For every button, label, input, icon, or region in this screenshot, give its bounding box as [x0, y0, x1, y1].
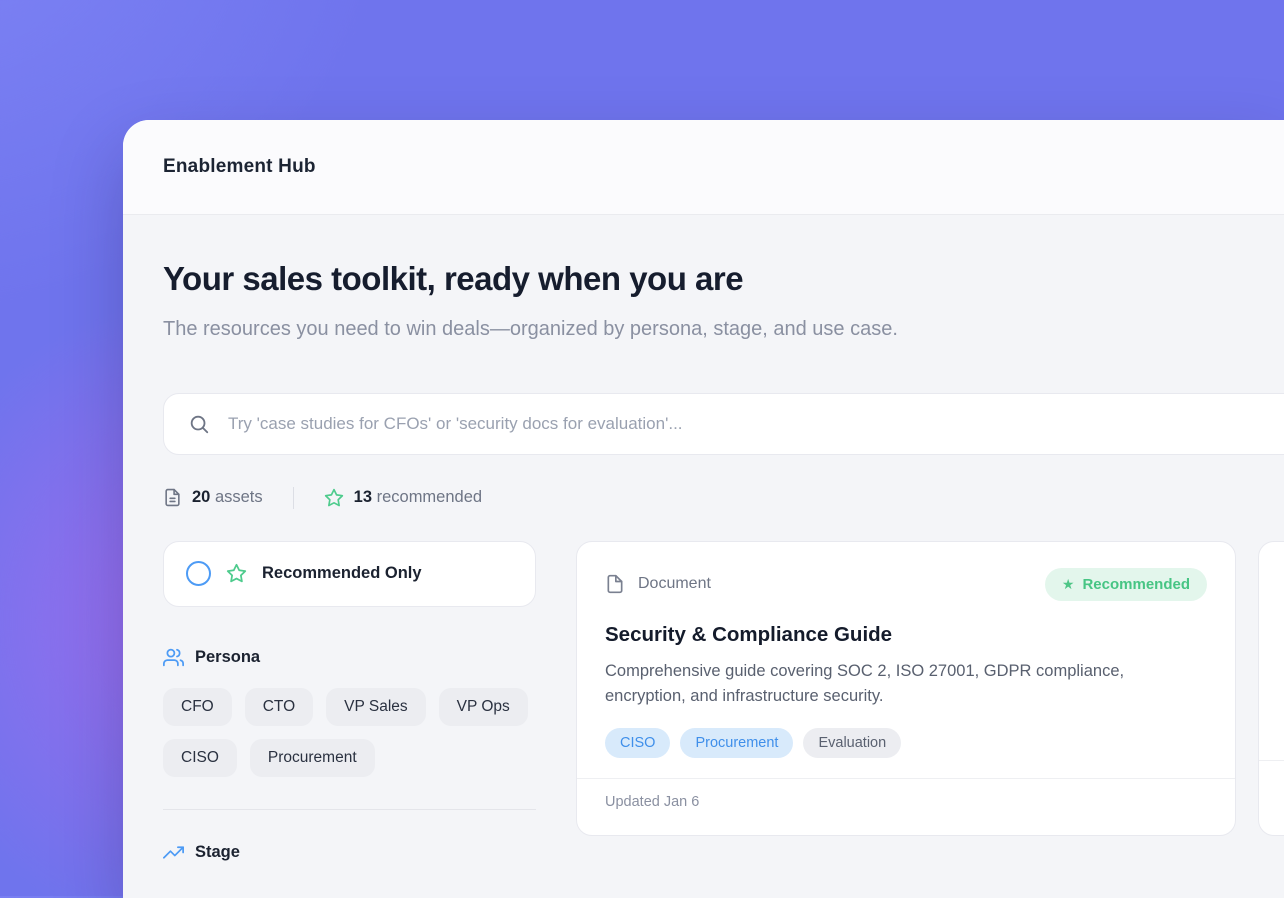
panel-content: Your sales toolkit, ready when you are T… — [123, 215, 1284, 898]
asset-updated-label: Updated Jan 6 — [577, 778, 1235, 828]
page-title: Your sales toolkit, ready when you are — [163, 259, 1284, 299]
persona-chip-vp-ops[interactable]: VP Ops — [439, 688, 528, 726]
recommended-badge: ★ Recommended — [1045, 568, 1207, 601]
persona-chip-cto[interactable]: CTO — [245, 688, 313, 726]
app-title: Enablement Hub — [163, 156, 316, 178]
radio-circle-icon[interactable] — [186, 561, 211, 586]
persona-chips: CFO CTO VP Sales VP Ops CISO Procurement — [163, 688, 536, 777]
trending-up-icon — [163, 842, 184, 863]
persona-section-header: Persona — [163, 647, 536, 668]
tag-ciso[interactable]: CISO — [605, 728, 670, 758]
tag-evaluation[interactable]: Evaluation — [803, 728, 901, 758]
recommended-count: 13 — [354, 488, 372, 506]
persona-section-label: Persona — [195, 648, 260, 667]
asset-card-partial[interactable] — [1258, 541, 1284, 836]
persona-chip-cfo[interactable]: CFO — [163, 688, 232, 726]
sidebar-divider — [163, 809, 536, 810]
assets-label: assets — [215, 488, 263, 506]
stage-section-header: Stage — [163, 842, 536, 863]
asset-type-label: Document — [638, 575, 711, 593]
asset-description: Comprehensive guide covering SOC 2, ISO … — [605, 659, 1205, 710]
recommended-badge-label: Recommended — [1082, 576, 1190, 593]
recommended-only-toggle[interactable]: Recommended Only — [163, 541, 536, 607]
recommended-label: recommended — [377, 488, 482, 506]
search-bar[interactable] — [163, 393, 1284, 455]
stats-row: 20 assets 13 recommended — [163, 487, 1284, 509]
persona-chip-vp-sales[interactable]: VP Sales — [326, 688, 425, 726]
assets-count: 20 — [192, 488, 210, 506]
star-icon — [226, 563, 247, 584]
stage-section-label: Stage — [195, 843, 240, 862]
panel-header: Enablement Hub — [123, 120, 1284, 215]
file-icon — [605, 574, 625, 594]
asset-card-security-compliance[interactable]: Document ★ Recommended Security & Compli… — [576, 541, 1236, 836]
asset-cards-grid: Document ★ Recommended Security & Compli… — [576, 541, 1284, 836]
search-icon — [188, 413, 210, 435]
star-filled-icon: ★ — [1062, 577, 1075, 591]
star-icon — [324, 488, 344, 508]
recommended-only-label: Recommended Only — [262, 564, 422, 583]
persona-chip-ciso[interactable]: CISO — [163, 739, 237, 777]
stats-divider — [293, 487, 294, 509]
users-icon — [163, 647, 184, 668]
asset-title[interactable]: Security & Compliance Guide — [605, 623, 1207, 647]
page-subtitle: The resources you need to win deals—orga… — [163, 313, 975, 345]
file-text-icon — [163, 488, 182, 507]
search-input[interactable] — [226, 413, 1284, 435]
persona-chip-procurement[interactable]: Procurement — [250, 739, 375, 777]
asset-tags: CISO Procurement Evaluation — [605, 728, 1207, 758]
filters-sidebar: Recommended Only Persona CFO CTO VP Sale… — [163, 541, 536, 863]
tag-procurement[interactable]: Procurement — [680, 728, 793, 758]
main-panel: Enablement Hub Your sales toolkit, ready… — [123, 120, 1284, 898]
